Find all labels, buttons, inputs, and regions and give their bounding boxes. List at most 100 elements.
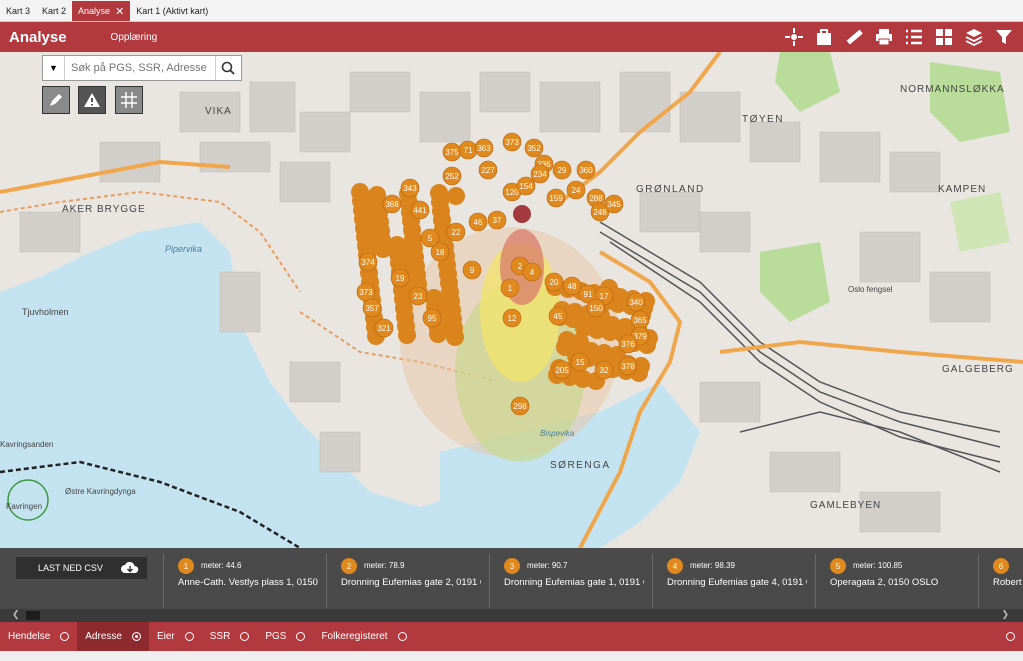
filter-icon[interactable] bbox=[991, 25, 1017, 49]
address-marker[interactable]: 95 bbox=[422, 308, 442, 328]
result-card[interactable]: 5 meter: 100.85 Operagata 2, 0150 OSLO bbox=[815, 554, 978, 608]
address-marker[interactable]: 9 bbox=[462, 260, 482, 280]
warning-tool-button[interactable] bbox=[78, 86, 106, 114]
address-marker[interactable]: 20 bbox=[544, 272, 564, 292]
result-card[interactable]: 4 meter: 98.39 Dronning Eufemias gate 4, 0… bbox=[652, 554, 815, 608]
scroll-left-icon[interactable]: ❮ bbox=[12, 609, 20, 620]
print-icon[interactable] bbox=[871, 25, 897, 49]
search-icon[interactable] bbox=[215, 56, 239, 80]
tab-kart-1[interactable]: Kart 1 (Aktivt kart) bbox=[130, 1, 214, 21]
address-marker[interactable]: 19 bbox=[390, 268, 410, 288]
radio-button[interactable] bbox=[131, 632, 141, 641]
address-marker[interactable]: 150 bbox=[586, 298, 606, 318]
filter-eier[interactable]: Eier bbox=[149, 622, 202, 651]
result-card[interactable]: 1 meter: 44.6 Anne-Cath. Vestlys plass 1, … bbox=[163, 554, 326, 608]
filter-hendelse[interactable]: Hendelse bbox=[0, 622, 77, 651]
result-address: Operagata 2, 0150 OSLO bbox=[830, 577, 939, 588]
download-csv-button[interactable]: LAST NED CSV bbox=[16, 557, 147, 579]
address-marker[interactable]: 12 bbox=[502, 308, 522, 328]
address-marker[interactable]: 22 bbox=[446, 222, 466, 242]
map-view[interactable]: 375 71 363 373 352 236 234 29 360 343 252 227 120 154… bbox=[0, 52, 1023, 548]
address-marker[interactable] bbox=[374, 240, 392, 258]
address-marker[interactable]: 375 bbox=[442, 142, 462, 162]
address-marker[interactable]: 227 bbox=[478, 160, 498, 180]
address-marker[interactable]: 32 bbox=[594, 360, 614, 380]
address-marker[interactable] bbox=[571, 333, 589, 351]
grid-icon[interactable] bbox=[931, 25, 957, 49]
address-marker[interactable] bbox=[398, 326, 416, 344]
address-marker[interactable]: 24 bbox=[566, 180, 586, 200]
address-marker[interactable]: 368 bbox=[382, 194, 402, 214]
radio-button[interactable] bbox=[397, 632, 407, 641]
address-marker[interactable]: 45 bbox=[548, 306, 568, 326]
ruler-icon[interactable] bbox=[841, 25, 867, 49]
address-marker[interactable]: 298 bbox=[510, 396, 530, 416]
address-marker[interactable]: 352 bbox=[524, 138, 544, 158]
close-icon[interactable]: ✕ bbox=[115, 5, 124, 18]
bag-icon[interactable] bbox=[811, 25, 837, 49]
horizontal-scrollbar[interactable]: ❮ ❯ bbox=[0, 609, 1023, 622]
address-marker[interactable]: 378 bbox=[618, 356, 638, 376]
tab-analyse[interactable]: Analyse ✕ bbox=[72, 1, 131, 21]
address-marker[interactable]: 357 bbox=[362, 298, 382, 318]
address-marker[interactable]: 365 bbox=[630, 310, 650, 330]
address-marker[interactable]: 154 bbox=[516, 176, 536, 196]
result-card[interactable]: 6 Robert bbox=[978, 554, 1023, 608]
scrollbar-thumb[interactable] bbox=[26, 611, 40, 620]
address-marker[interactable]: 48 bbox=[562, 276, 582, 296]
address-marker[interactable]: 376 bbox=[618, 334, 638, 354]
radio-button[interactable] bbox=[240, 632, 250, 641]
address-marker[interactable]: 373 bbox=[356, 282, 376, 302]
address-marker[interactable]: 5 bbox=[420, 228, 440, 248]
chevron-down-icon[interactable]: ▼ bbox=[43, 56, 65, 80]
close-panel-icon[interactable] bbox=[1006, 632, 1015, 641]
tab-kart-2[interactable]: Kart 2 bbox=[36, 1, 72, 21]
result-card[interactable]: 2 meter: 78.9 Dronning Eufemias gate 2, 01… bbox=[326, 554, 489, 608]
address-marker[interactable]: 4 bbox=[522, 262, 542, 282]
page-title: Analyse bbox=[9, 28, 67, 46]
address-marker[interactable]: 340 bbox=[626, 292, 646, 312]
address-marker[interactable] bbox=[446, 328, 464, 346]
scroll-right-icon[interactable]: ❯ bbox=[1001, 609, 1009, 620]
result-number: 1 bbox=[178, 558, 194, 574]
address-marker[interactable]: 71 bbox=[458, 140, 478, 160]
address-marker[interactable]: 23 bbox=[408, 286, 428, 306]
address-marker[interactable]: 373 bbox=[502, 132, 522, 152]
address-marker[interactable]: 15 bbox=[570, 352, 590, 372]
marker-label: 45 bbox=[554, 312, 563, 321]
address-marker[interactable]: 321 bbox=[374, 318, 394, 338]
address-marker[interactable]: 29 bbox=[552, 160, 572, 180]
address-marker[interactable]: 363 bbox=[474, 138, 494, 158]
radio-button[interactable] bbox=[60, 632, 70, 641]
address-marker[interactable]: 441 bbox=[410, 200, 430, 220]
address-marker[interactable]: 205 bbox=[552, 360, 572, 380]
result-card[interactable]: 3 meter: 90.7 Dronning Eufemias gate 1, 01… bbox=[489, 554, 652, 608]
draw-tool-button[interactable] bbox=[42, 86, 70, 114]
address-marker[interactable]: 252 bbox=[442, 166, 462, 186]
filter-pgs[interactable]: PGS bbox=[257, 622, 313, 651]
address-marker[interactable]: 1 bbox=[500, 278, 520, 298]
radio-button[interactable] bbox=[296, 632, 306, 641]
list-icon[interactable] bbox=[901, 25, 927, 49]
filter-ssr[interactable]: SSR bbox=[202, 622, 258, 651]
address-marker[interactable]: 345 bbox=[604, 194, 624, 214]
training-link[interactable]: Opplæring bbox=[111, 32, 158, 43]
address-marker[interactable]: 37 bbox=[487, 210, 507, 230]
filter-adresse[interactable]: Adresse bbox=[77, 622, 149, 651]
address-marker[interactable]: 234 bbox=[530, 164, 550, 184]
tab-kart-3[interactable]: Kart 3 bbox=[0, 1, 36, 21]
filter-folkeregisteret[interactable]: Folkeregisteret bbox=[313, 622, 414, 651]
address-marker[interactable]: 360 bbox=[576, 160, 596, 180]
search-input[interactable] bbox=[65, 62, 215, 74]
address-marker[interactable]: 374 bbox=[358, 252, 378, 272]
grid-tool-button[interactable] bbox=[115, 86, 143, 114]
radio-button[interactable] bbox=[184, 632, 194, 641]
marker-label: 374 bbox=[361, 258, 375, 267]
address-marker[interactable]: 46 bbox=[468, 212, 488, 232]
network-icon[interactable] bbox=[781, 25, 807, 49]
layers-icon[interactable] bbox=[961, 25, 987, 49]
address-marker[interactable]: 159 bbox=[546, 188, 566, 208]
address-marker[interactable]: 343 bbox=[400, 178, 420, 198]
address-marker[interactable] bbox=[429, 325, 447, 343]
address-marker[interactable] bbox=[447, 187, 465, 205]
